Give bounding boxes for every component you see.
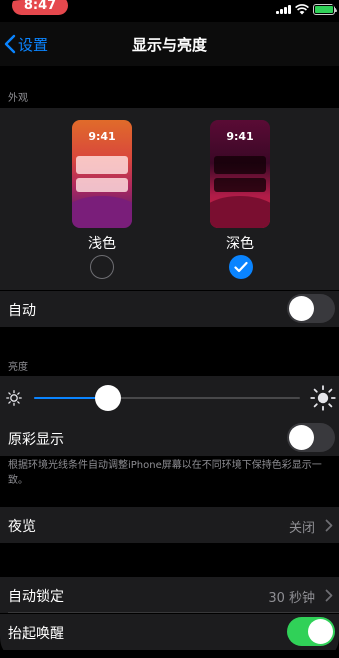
- true-tone-footnote: 根据环境光线条件自动调整iPhone屏幕以在不同环境下保持色彩显示一致。: [8, 460, 322, 486]
- auto-appearance-label: 自动: [8, 303, 36, 319]
- wifi-icon: [295, 4, 309, 15]
- screen-frame: [0, 0, 339, 658]
- chevron-right-icon: [325, 519, 333, 532]
- brightness-header: 亮度: [8, 362, 28, 373]
- dark-mode-radio[interactable]: [229, 255, 253, 279]
- light-mode-radio[interactable]: [90, 255, 114, 279]
- light-mode-preview[interactable]: 9:41: [72, 120, 132, 228]
- navigation-bar: 设置 显示与亮度: [0, 22, 339, 66]
- night-shift-row[interactable]: 夜览 关闭: [0, 507, 339, 543]
- auto-lock-label: 自动锁定: [8, 589, 64, 605]
- brightness-slider-row: [0, 376, 339, 421]
- auto-lock-row[interactable]: 自动锁定 30 秒钟: [0, 577, 339, 613]
- battery-icon: [313, 4, 337, 15]
- status-bar: 8:47: [0, 0, 339, 22]
- light-preview-time: 9:41: [88, 130, 116, 143]
- raise-to-wake-label: 抬起唤醒: [8, 626, 64, 642]
- true-tone-label: 原彩显示: [8, 432, 64, 448]
- page-title: 显示与亮度: [131, 36, 207, 54]
- signal-icon: [276, 5, 292, 14]
- true-tone-toggle[interactable]: [287, 423, 335, 452]
- checkmark-icon: [234, 261, 248, 273]
- sun-large-icon: [310, 385, 336, 411]
- dark-mode-label: 深色: [226, 236, 254, 252]
- light-mode-label: 浅色: [88, 236, 116, 252]
- night-shift-label: 夜览: [8, 519, 36, 535]
- sun-small-icon: [6, 390, 22, 406]
- raise-to-wake-row: 抬起唤醒: [0, 614, 339, 650]
- raise-to-wake-toggle[interactable]: [287, 617, 335, 646]
- chevron-right-icon: [325, 589, 333, 602]
- true-tone-row: 原彩显示: [0, 420, 339, 456]
- auto-appearance-toggle[interactable]: [287, 294, 335, 323]
- appearance-header: 外观: [8, 93, 28, 104]
- auto-appearance-row: 自动: [0, 291, 339, 327]
- dark-mode-preview[interactable]: 9:41: [210, 120, 270, 228]
- dark-preview-time: 9:41: [226, 130, 254, 143]
- brightness-slider-thumb[interactable]: [95, 385, 122, 411]
- brightness-slider[interactable]: [34, 397, 300, 399]
- appearance-section: 9:41 浅色 9:41 深色: [0, 108, 339, 290]
- night-shift-value: 关闭: [288, 521, 315, 536]
- status-time[interactable]: 8:47: [12, 0, 68, 15]
- auto-lock-value: 30 秒钟: [268, 591, 315, 606]
